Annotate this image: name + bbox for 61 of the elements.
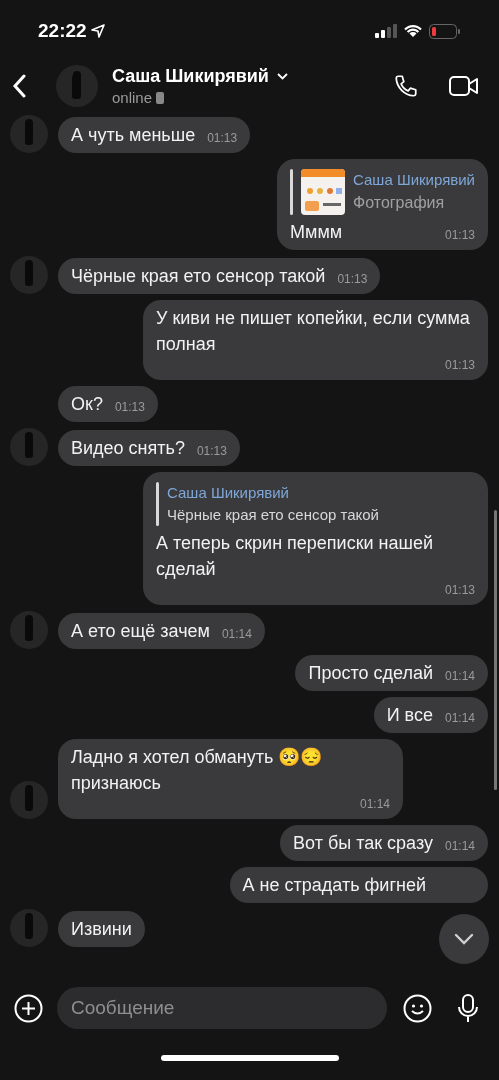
- message-time: 01:13: [444, 357, 475, 373]
- signal-icon: [375, 24, 397, 38]
- message-time: 01:13: [114, 399, 145, 415]
- message-time: 01:14: [444, 668, 475, 684]
- message-time: 01:13: [196, 443, 227, 459]
- message-text: А ето ещё зачем: [71, 620, 210, 643]
- battery-icon: [429, 23, 461, 39]
- reply-text: Фотография: [353, 193, 446, 213]
- message-text: И все: [386, 704, 433, 727]
- message-bubble[interactable]: И все 01:14: [373, 697, 488, 733]
- wifi-icon: [403, 24, 423, 38]
- video-camera-icon[interactable]: [449, 75, 479, 97]
- message-text: Извини: [71, 918, 132, 941]
- microphone-icon[interactable]: [456, 993, 480, 1023]
- scroll-down-button[interactable]: [439, 914, 489, 964]
- message-time: 01:14: [221, 626, 252, 642]
- message-text: А теперь скрин переписки нашей сделай: [156, 532, 435, 581]
- message-time: 01:13: [337, 271, 368, 287]
- chevron-down-icon: [454, 933, 474, 945]
- message-bubble[interactable]: А не страдать фигней: [229, 867, 488, 903]
- message-text: Просто сделай: [308, 662, 433, 685]
- message-bubble[interactable]: Саша Шикирявий Фотография Мммм 01:13: [277, 159, 488, 250]
- message-bubble[interactable]: Вот бы так сразу 01:14: [280, 825, 488, 861]
- message-time: 01:14: [444, 838, 475, 854]
- location-icon: [90, 24, 105, 38]
- message-time: 01:13: [444, 582, 475, 598]
- message-text: Ок?: [71, 393, 103, 416]
- message-bubble[interactable]: Ладно я хотел обмануть 🥺😔 признаюсь 01:14: [58, 739, 403, 819]
- message-bubble[interactable]: Просто сделай 01:14: [295, 655, 488, 691]
- reply-author: Саша Шикирявий: [353, 170, 475, 190]
- message-bubble[interactable]: Извини: [58, 911, 145, 947]
- message-text: Мммм: [290, 221, 343, 244]
- message-bubble[interactable]: Видео снять? 01:13: [58, 430, 240, 466]
- message-time: 01:13: [207, 130, 238, 146]
- chevron-down-icon[interactable]: [276, 72, 288, 80]
- message-bubble[interactable]: А ето ещё зачем 01:14: [58, 613, 265, 649]
- message-time: 01:14: [359, 796, 390, 812]
- message-text: А не страдать фигней: [242, 874, 426, 897]
- message-bubble[interactable]: Чёрные края ето сенсор такой 01:13: [58, 258, 381, 294]
- emoji-icon[interactable]: [403, 993, 432, 1023]
- message-time: 01:13: [444, 227, 475, 243]
- message-text: У киви не пишет копейки, если сумма полная: [156, 307, 471, 356]
- online-status: online: [112, 88, 153, 108]
- message-text: Чёрные края ето сенсор такой: [71, 265, 326, 288]
- phone-icon[interactable]: [393, 73, 419, 99]
- message-text: А чуть меньше: [71, 124, 196, 147]
- phone-device-icon: [156, 92, 165, 104]
- message-text: Видео снять?: [71, 437, 185, 460]
- message-bubble[interactable]: Ок? 01:13: [58, 386, 158, 422]
- reply-text: Чёрные края ето сенсор такой: [167, 505, 379, 525]
- message-bubble[interactable]: У киви не пишет копейки, если сумма полная 01:13: [143, 300, 488, 380]
- clock: 22:22: [38, 18, 87, 43]
- reply-author: Саша Шикирявий: [167, 483, 290, 503]
- message-bubble[interactable]: А чуть меньше 01:13: [58, 117, 251, 153]
- message-text: Ладно я хотел обмануть 🥺😔 признаюсь: [71, 746, 324, 795]
- message-text: Вот бы так сразу: [293, 832, 433, 855]
- add-icon[interactable]: [14, 993, 43, 1023]
- message-input[interactable]: Сообщение: [57, 987, 387, 1029]
- message-time: 01:14: [444, 710, 475, 726]
- message-bubble[interactable]: Саша Шикирявий Чёрные края ето сенсор такой А теперь скрин переписки нашей сделай 01:13: [143, 472, 488, 605]
- contact-name[interactable]: Саша Шикирявий: [112, 64, 269, 88]
